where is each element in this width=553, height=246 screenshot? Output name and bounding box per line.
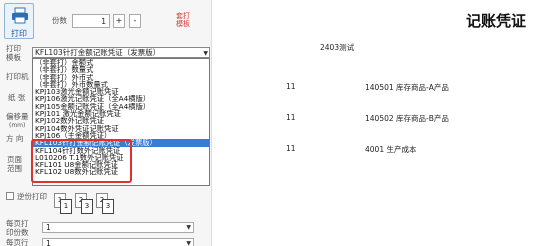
print-template-label: 打印 模板 [6, 44, 21, 62]
voucher-title: 记账凭证 [466, 12, 527, 30]
template-option[interactable]: KPJ105金额记账凭证（全A4横版） [33, 103, 209, 110]
voucher-row-account: 140502 库存商品-B产品 [365, 114, 449, 123]
copies-input[interactable]: 1 [72, 14, 110, 28]
voucher-row-account: 4001 生产成本 [365, 145, 417, 154]
print-button-label: 打印 [11, 29, 27, 38]
template-annotation-line2: 模板 [176, 20, 190, 28]
print-settings-panel: 打印 份数 1 + - 套打 模板 打印 模板 KFL103针打金额记账凭证（发… [0, 0, 212, 246]
page-order-icon: 3 [102, 199, 114, 214]
per-page-copies-label-line1: 每页打 [6, 219, 29, 228]
chevron-down-icon[interactable]: ▼ [186, 223, 191, 232]
per-page-rows-select[interactable]: 1 ▼ [42, 238, 194, 246]
highlight-annotation-box [31, 139, 132, 183]
per-page-rows-label: 每页行 [6, 238, 29, 246]
template-option[interactable]: KPJ106激光记账凭证（全A4横版） [33, 95, 209, 102]
copies-label: 份数 [52, 16, 67, 25]
template-option[interactable]: KPJ101 激光金额记账凭证 [33, 110, 209, 117]
page-order-icon: 3 [81, 199, 93, 214]
reverse-print-label: 逆份打印 [17, 192, 47, 201]
template-select-value: KFL103针打金额记账凭证（发票版） [35, 48, 161, 57]
template-select[interactable]: KFL103针打金额记账凭证（发票版） ▼ [32, 47, 210, 58]
per-page-copies-label: 每页打 印份数 [6, 219, 29, 237]
template-option[interactable]: KPJ102数外记账凭证 [33, 117, 209, 124]
voucher-description: 2403测试 [320, 43, 355, 52]
printer-label: 打印机 [6, 72, 29, 81]
print-button[interactable]: 打印 [4, 3, 34, 39]
template-option[interactable]: （非套打）外币数量式 [33, 81, 209, 88]
template-option[interactable]: KPJ104数外凭证记账凭证 [33, 125, 209, 132]
chevron-down-icon[interactable]: ▼ [203, 49, 208, 57]
paper-label: 纸 张 [8, 93, 26, 102]
per-page-copies-value: 1 [46, 223, 51, 232]
voucher-row-number: 11 [286, 113, 296, 122]
template-annotation: 套打 模板 [176, 12, 190, 28]
template-annotation-line1: 套打 [176, 12, 190, 20]
direction-label: 方 向 [6, 134, 24, 143]
per-page-rows-value: 1 [46, 239, 51, 246]
offset-label: 偏移量 (mm) [6, 112, 29, 130]
page-range-label: 页面 范围 [7, 155, 22, 173]
offset-label-line2: (mm) [9, 122, 26, 129]
template-option[interactable]: KPJ103激光金额记账凭证 [33, 88, 209, 95]
voucher-row-account: 140501 库存商品-A产品 [365, 83, 449, 92]
voucher-row-number: 11 [286, 82, 296, 91]
voucher-row-number: 11 [286, 144, 296, 153]
template-option[interactable]: （非套打）数量式 [33, 66, 209, 73]
page-range-label-line2: 范围 [7, 164, 22, 173]
template-option[interactable]: （非套打）金额式 [33, 59, 209, 66]
per-page-copies-select[interactable]: 1 ▼ [42, 222, 194, 233]
chevron-down-icon[interactable]: ▼ [186, 239, 191, 246]
per-page-copies-label-line2: 印份数 [6, 228, 29, 237]
offset-label-line1: 偏移量 [6, 112, 29, 121]
increase-copies-button[interactable]: + [113, 14, 125, 28]
print-template-label-line1: 打印 [6, 44, 21, 53]
page-range-label-line1: 页面 [7, 155, 22, 164]
reverse-print-checkbox[interactable] [6, 192, 14, 200]
template-option[interactable]: （非套打）外币式 [33, 74, 209, 81]
page-order-icon: 1 [60, 199, 72, 214]
print-template-label-line2: 模板 [6, 53, 21, 62]
decrease-copies-button[interactable]: - [129, 14, 141, 28]
printer-icon [12, 7, 28, 24]
